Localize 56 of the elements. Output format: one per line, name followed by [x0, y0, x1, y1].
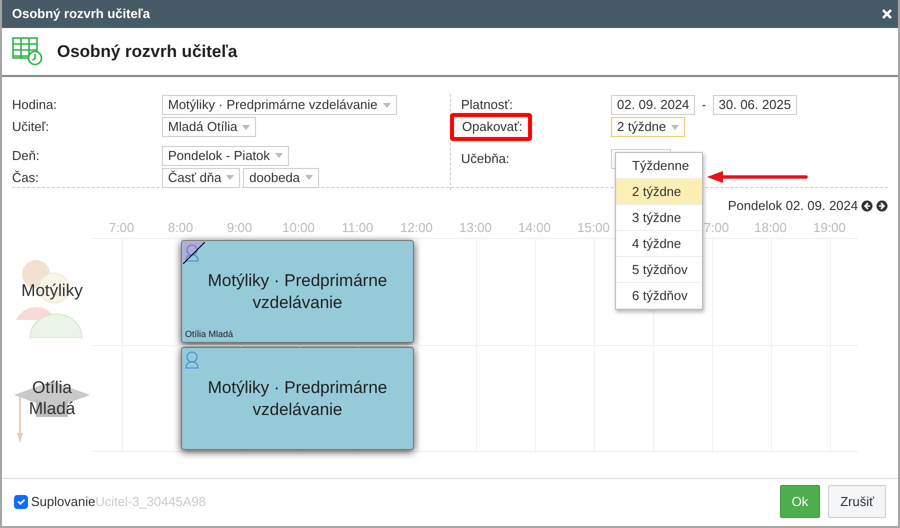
close-icon[interactable]	[882, 9, 892, 19]
caret-icon	[382, 102, 391, 108]
caret-icon	[671, 124, 680, 130]
hour-label: 12:00	[399, 219, 434, 237]
row-label: Otília Mladá	[28, 378, 76, 419]
checkbox[interactable]	[14, 494, 28, 508]
hour-label: 18:00	[753, 219, 788, 237]
hour-label: 7:00	[702, 219, 730, 237]
hour-label: 14:00	[517, 219, 552, 237]
date-field[interactable]: 02. 09. 2024	[611, 95, 696, 115]
caret-icon	[242, 124, 250, 130]
hour-label: 13:00	[458, 219, 493, 237]
row-label: Motýliky	[21, 281, 83, 302]
lesson-title: Motýliky · Predprimárne vzdelávanie	[206, 270, 388, 313]
next-icon[interactable]	[876, 200, 888, 212]
teacher-name: Otília Mladá	[185, 328, 234, 340]
select-field[interactable]: doobeda	[243, 168, 319, 188]
previous-icon[interactable]	[861, 200, 873, 212]
hour-label: 11:00	[340, 219, 374, 237]
hour-label: 9:00	[226, 219, 254, 237]
checkbox-label: Suplovanie	[31, 492, 96, 511]
caret-icon	[226, 175, 234, 180]
hour-label: 10:00	[281, 219, 316, 237]
hour-label: 15:00	[576, 219, 611, 237]
lesson-block[interactable]: Motýliky · Predprimárne vzdelávanie	[181, 347, 414, 450]
date-separator: -	[702, 96, 706, 114]
window-title: Osobný rozvrh učiteľa	[12, 5, 150, 24]
date-label: Pondelok 02. 09. 2024	[728, 197, 858, 216]
field-label: Platnosť:	[461, 96, 514, 114]
field-label: Opakovať:	[462, 118, 523, 136]
repeat-select[interactable]: 2 týždne	[611, 117, 686, 137]
hour-label: 7:00	[108, 219, 136, 237]
dropdown-option[interactable]: 4 týždne	[616, 231, 702, 257]
lesson-block[interactable]: Motýliky · Predprimárne vzdelávanie Otília Mladá	[181, 240, 414, 343]
select-field[interactable]: Pondelok - Piatok	[162, 146, 289, 166]
dropdown-option[interactable]: 3 týždne	[616, 205, 702, 231]
caret-icon	[274, 153, 283, 158]
caret-icon	[304, 175, 313, 180]
date-field[interactable]: 30. 06. 2025	[712, 95, 797, 115]
cancel-button[interactable]: Zrušiť	[828, 484, 886, 518]
field-label: Čas:	[12, 168, 40, 187]
select-field[interactable]: Mladá Otília	[162, 117, 256, 137]
field-label: Učiteľ:	[12, 118, 50, 136]
field-label: Deň:	[12, 146, 40, 165]
dialog-heading: Osobný rozvrh učiteľa	[57, 40, 238, 63]
field-label: Učebňa:	[461, 150, 510, 168]
select-field[interactable]: Motýliky · Predprimárne vzdelávanie	[162, 95, 397, 115]
select-field[interactable]: Časť dňa	[162, 168, 240, 188]
calendar-clock-icon	[12, 37, 43, 66]
dropdown-option[interactable]: 2 týždne	[616, 179, 702, 205]
hour-label: 8:00	[166, 219, 194, 237]
dropdown-option[interactable]: 6 týždňov	[616, 283, 702, 309]
field-label: Hodina:	[12, 96, 58, 114]
hour-label: 19:00	[812, 219, 847, 237]
dropdown-option[interactable]: 5 týždňov	[616, 257, 702, 283]
lesson-title: Motýliky · Predprimárne vzdelávanie	[206, 377, 388, 420]
